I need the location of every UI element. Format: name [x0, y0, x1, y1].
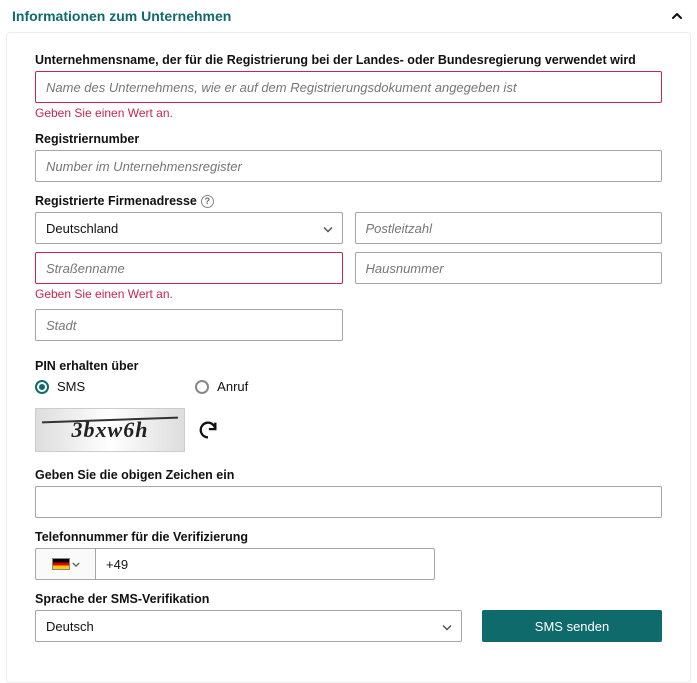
company-name-error: Geben Sie einen Wert an.	[35, 106, 662, 120]
zip-input[interactable]	[355, 212, 663, 244]
captcha-row: 3bxw6h	[35, 408, 662, 452]
address-field: Registrierte Firmenadresse ? Deutschland…	[35, 194, 662, 341]
chevron-down-icon	[72, 562, 80, 567]
language-label: Sprache der SMS-Verifikation	[35, 592, 662, 606]
company-name-input[interactable]	[35, 71, 662, 103]
refresh-icon[interactable]	[197, 419, 219, 441]
pin-field: PIN erhalten über SMS Anruf	[35, 359, 662, 394]
company-name-field: Unternehmensname, der für die Registrier…	[35, 53, 662, 120]
captcha-image: 3bxw6h	[35, 408, 185, 452]
company-name-label: Unternehmensname, der für die Registrier…	[35, 53, 662, 67]
section-header: Informationen zum Unternehmen	[0, 0, 697, 32]
phone-input[interactable]	[95, 548, 435, 580]
language-field: Sprache der SMS-Verifikation Deutsch SMS…	[35, 592, 662, 642]
captcha-input[interactable]	[35, 486, 662, 518]
street-error: Geben Sie einen Wert an.	[35, 287, 343, 301]
captcha-input-label: Geben Sie die obigen Zeichen ein	[35, 468, 662, 482]
reg-number-input[interactable]	[35, 150, 662, 182]
company-info-panel: Unternehmensname, der für die Registrier…	[6, 32, 691, 683]
country-code-select[interactable]	[35, 548, 95, 580]
reg-number-label: Registriernumber	[35, 132, 662, 146]
send-sms-button[interactable]: SMS senden	[482, 610, 662, 642]
reg-number-field: Registriernumber	[35, 132, 662, 182]
flag-de-icon	[52, 558, 70, 570]
pin-label: PIN erhalten über	[35, 359, 662, 373]
help-icon[interactable]: ?	[201, 195, 214, 208]
country-select[interactable]: Deutschland	[35, 212, 343, 244]
captcha-input-field: Geben Sie die obigen Zeichen ein	[35, 468, 662, 518]
pin-sms-radio[interactable]: SMS	[35, 379, 85, 394]
section-title: Informationen zum Unternehmen	[12, 8, 231, 24]
chevron-up-icon[interactable]	[669, 8, 685, 24]
phone-label: Telefonnummer für die Verifizierung	[35, 530, 662, 544]
language-select[interactable]: Deutsch	[35, 610, 462, 642]
house-input[interactable]	[355, 252, 663, 284]
street-input[interactable]	[35, 252, 343, 284]
phone-field: Telefonnummer für die Verifizierung	[35, 530, 662, 580]
address-label: Registrierte Firmenadresse ?	[35, 194, 662, 208]
city-input[interactable]	[35, 309, 343, 341]
pin-call-radio[interactable]: Anruf	[195, 379, 248, 394]
